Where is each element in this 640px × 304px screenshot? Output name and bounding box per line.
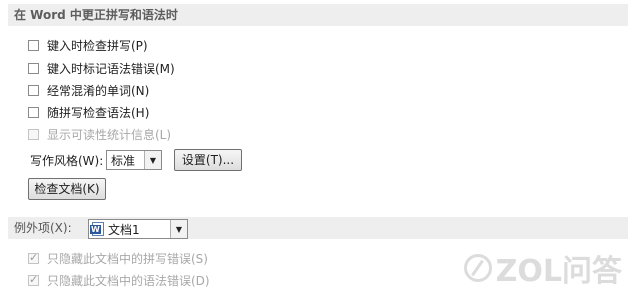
readability-stats-label: 显示可读性统计信息(L) — [47, 127, 172, 142]
mark-grammar-option[interactable]: 键入时标记语法错误(M) — [28, 60, 175, 76]
hide-spelling-errors-checkbox[interactable] — [28, 251, 39, 264]
hide-grammar-errors-label: 只隐藏此文档中的语法错误(D) — [47, 273, 210, 288]
confused-words-checkbox[interactable] — [28, 84, 39, 96]
zol-watermark: ZOL问答 — [463, 246, 622, 290]
hide-grammar-errors-option[interactable]: 只隐藏此文档中的语法错误(D) — [28, 272, 210, 288]
exceptions-label: 例外项(X): — [14, 221, 72, 235]
settings-button[interactable]: 设置(T)... — [174, 149, 242, 171]
hide-grammar-errors-checkbox[interactable] — [28, 273, 39, 286]
mark-grammar-checkbox[interactable] — [28, 62, 39, 74]
hide-spelling-errors-label: 只隐藏此文档中的拼写错误(S) — [47, 251, 208, 266]
readability-stats-option[interactable]: 显示可读性统计信息(L) — [28, 126, 171, 142]
zol-logo-icon — [463, 254, 492, 282]
chevron-down-icon[interactable]: ▼ — [170, 220, 187, 238]
grammar-section-header: 在 Word 中更正拼写和语法时 — [8, 4, 628, 26]
confused-words-label: 经常混淆的单词(N) — [47, 83, 150, 98]
check-document-button[interactable]: 检查文档(K) — [28, 178, 106, 200]
confused-words-option[interactable]: 经常混淆的单词(N) — [28, 82, 149, 98]
word-document-icon — [90, 222, 104, 236]
writing-style-select[interactable]: 标准 ▼ — [106, 150, 162, 170]
writing-style-value: 标准 — [111, 153, 136, 168]
check-spelling-option[interactable]: 键入时检查拼写(P) — [28, 37, 148, 53]
check-spelling-checkbox[interactable] — [28, 39, 39, 51]
watermark-text: ZOL问答 — [495, 254, 622, 289]
grammar-with-spelling-checkbox[interactable] — [28, 106, 39, 118]
mark-grammar-label: 键入时标记语法错误(M) — [47, 61, 175, 76]
chevron-down-icon[interactable]: ▼ — [144, 151, 161, 169]
exceptions-document-value: 文档1 — [108, 222, 140, 237]
hide-spelling-errors-option[interactable]: 只隐藏此文档中的拼写错误(S) — [28, 250, 208, 266]
grammar-with-spelling-label: 随拼写检查语法(H) — [47, 105, 150, 120]
exceptions-document-select[interactable]: 文档1 ▼ — [88, 219, 188, 239]
grammar-section-title: 在 Word 中更正拼写和语法时 — [14, 8, 178, 22]
grammar-with-spelling-option[interactable]: 随拼写检查语法(H) — [28, 104, 149, 120]
check-spelling-label: 键入时检查拼写(P) — [47, 38, 148, 53]
writing-style-label: 写作风格(W): — [30, 154, 104, 168]
readability-stats-checkbox[interactable] — [28, 128, 39, 140]
